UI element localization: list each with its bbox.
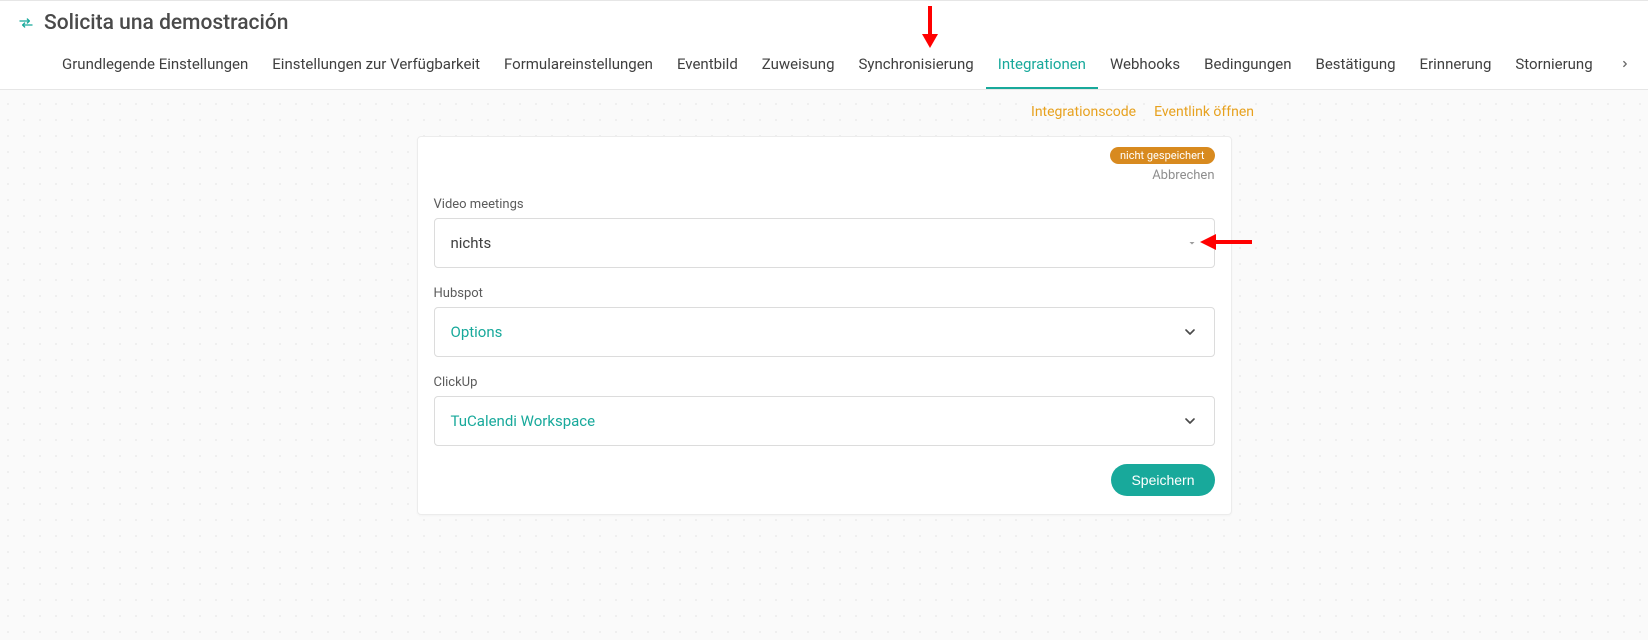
hubspot-label: Hubspot <box>434 286 1215 301</box>
hubspot-select[interactable]: Options <box>434 307 1215 357</box>
chevron-down-icon <box>1182 324 1198 340</box>
integration-code-link[interactable]: Integrationscode <box>1031 104 1136 120</box>
tab-6[interactable]: Integrationen <box>986 39 1098 89</box>
caret-down-icon <box>1186 237 1198 249</box>
video-meetings-label: Video meetings <box>434 197 1215 212</box>
tab-10[interactable]: Erinnerung <box>1408 39 1504 89</box>
tab-7[interactable]: Webhooks <box>1098 39 1192 89</box>
page-header: Solicita una demostración <box>0 1 1648 39</box>
tab-0[interactable]: Grundlegende Einstellungen <box>50 39 260 89</box>
cancel-link[interactable]: Abbrechen <box>1152 168 1214 183</box>
tab-9[interactable]: Bestätigung <box>1303 39 1407 89</box>
tabs-row: Grundlegende EinstellungenEinstellungen … <box>0 39 1648 89</box>
tab-5[interactable]: Synchronisierung <box>847 39 986 89</box>
tab-2[interactable]: Formulareinstellungen <box>492 39 665 89</box>
unsaved-badge: nicht gespeichert <box>1110 147 1215 164</box>
clickup-group: ClickUp TuCalendi Workspace <box>434 375 1215 446</box>
swap-icon <box>18 15 34 31</box>
video-meetings-group: Video meetings nichts <box>434 197 1215 268</box>
video-meetings-select[interactable]: nichts <box>434 218 1215 268</box>
video-meetings-value: nichts <box>451 234 492 252</box>
tab-1[interactable]: Einstellungen zur Verfügbarkeit <box>260 39 492 89</box>
clickup-select[interactable]: TuCalendi Workspace <box>434 396 1215 446</box>
tab-4[interactable]: Zuweisung <box>750 39 847 89</box>
save-button[interactable]: Speichern <box>1111 464 1214 496</box>
tab-3[interactable]: Eventbild <box>665 39 750 89</box>
tab-11[interactable]: Stornierung <box>1503 39 1598 89</box>
integrations-card: nicht gespeichert Abbrechen Video meetin… <box>417 136 1232 515</box>
tabs-scroll-right[interactable] <box>1610 39 1640 89</box>
hubspot-value: Options <box>451 323 503 341</box>
clickup-label: ClickUp <box>434 375 1215 390</box>
sub-links: Integrationscode Eventlink öffnen <box>0 90 1648 126</box>
tab-8[interactable]: Bedingungen <box>1192 39 1303 89</box>
chevron-down-icon <box>1182 413 1198 429</box>
page-title: Solicita una demostración <box>44 11 288 35</box>
hubspot-group: Hubspot Options <box>434 286 1215 357</box>
clickup-value: TuCalendi Workspace <box>451 412 596 430</box>
open-event-link[interactable]: Eventlink öffnen <box>1154 104 1254 120</box>
